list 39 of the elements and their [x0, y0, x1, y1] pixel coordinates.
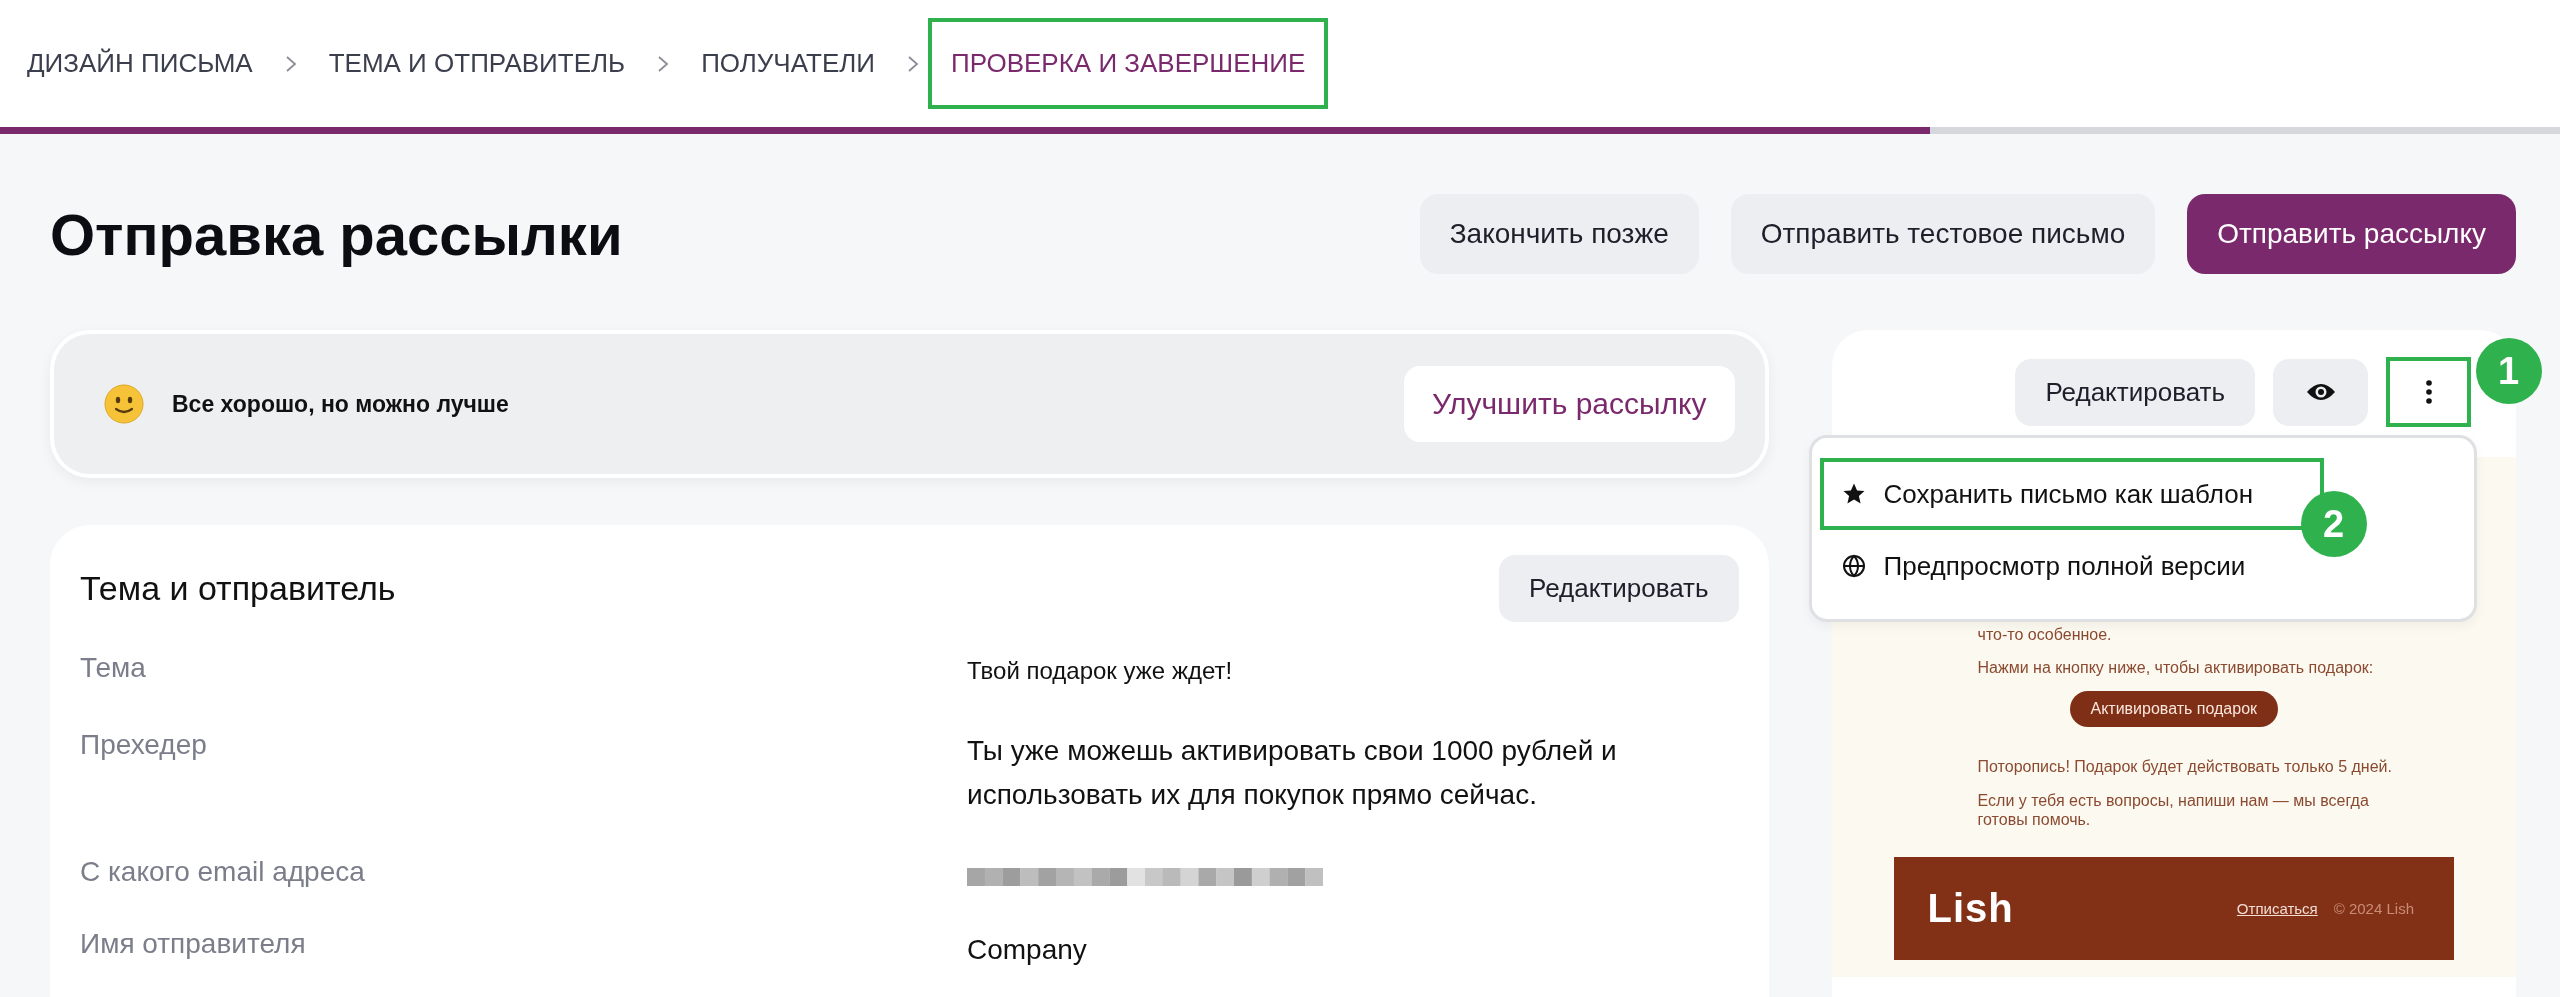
- field-label: Тема: [80, 652, 147, 685]
- field-value: Ты уже можешь активировать свои 1000 рублей и использовать их для покупок прямо сейчас.: [967, 734, 1618, 812]
- email-text: Нажми на кнопку ниже, чтобы активировать подарок:: [1977, 658, 2375, 678]
- star-icon: [1841, 482, 1866, 506]
- alert-message: Все хорошо, но можно лучше: [172, 390, 510, 418]
- edit-button[interactable]: Редактировать: [2015, 358, 2255, 426]
- unsubscribe-link[interactable]: Отписаться: [2236, 899, 2318, 917]
- chevron-icon: [656, 53, 671, 74]
- step-badge: 1: [2475, 338, 2542, 404]
- breadcrumb-step[interactable]: ДИЗАЙН ПИСЬМА: [4, 18, 276, 109]
- eye-icon: [2305, 382, 2336, 402]
- edit-button[interactable]: Редактировать: [1498, 555, 1739, 622]
- smiley-icon: [104, 384, 144, 424]
- field-value: Company: [967, 932, 1088, 967]
- globe-icon: [1841, 554, 1866, 578]
- page-title: Отправка рассылки: [50, 200, 623, 268]
- more-vertical-icon: [2424, 379, 2433, 405]
- menu-item[interactable]: Сохранить письмо как шаблон: [1819, 458, 2324, 530]
- action-button[interactable]: Закончить позже: [1419, 194, 1699, 274]
- activate-button[interactable]: Активировать подарок: [2069, 691, 2278, 728]
- action-button[interactable]: Отправить тестовое письмо: [1730, 194, 2156, 274]
- card-title: Тема и отправитель: [80, 569, 396, 608]
- field-label: Прехедер: [80, 729, 208, 763]
- breadcrumb-step[interactable]: ПРОВЕРКА И ЗАВЕРШЕНИЕ: [927, 18, 1329, 109]
- field-value: Твой подарок уже ждет!: [967, 656, 1234, 686]
- logo: Lish: [1927, 885, 2015, 931]
- more-menu-button[interactable]: [2386, 357, 2471, 427]
- email-text: Если у тебя есть вопросы, напиши нам — мы всегда готовы помочь.: [1977, 790, 2370, 829]
- step-badge: 2: [2300, 491, 2367, 557]
- field-label: Имя отправителя: [80, 927, 307, 961]
- breadcrumb-step[interactable]: ТЕМА И ОТПРАВИТЕЛЬ: [305, 18, 649, 109]
- email-text: Поторопись! Подарок будет действовать только 5 дней.: [1977, 757, 2393, 777]
- email-text: что-то особенное.: [1977, 625, 2113, 645]
- copyright-text: © 2024 Lish: [2333, 899, 2414, 917]
- field-label: С какого email адреса: [80, 855, 366, 888]
- preview-button[interactable]: [2273, 358, 2368, 426]
- breadcrumb-step[interactable]: ПОЛУЧАТЕЛИ: [678, 18, 898, 109]
- improve-button[interactable]: Улучшить рассылку: [1403, 366, 1735, 442]
- send-button[interactable]: Отправить рассылку: [2187, 194, 2516, 274]
